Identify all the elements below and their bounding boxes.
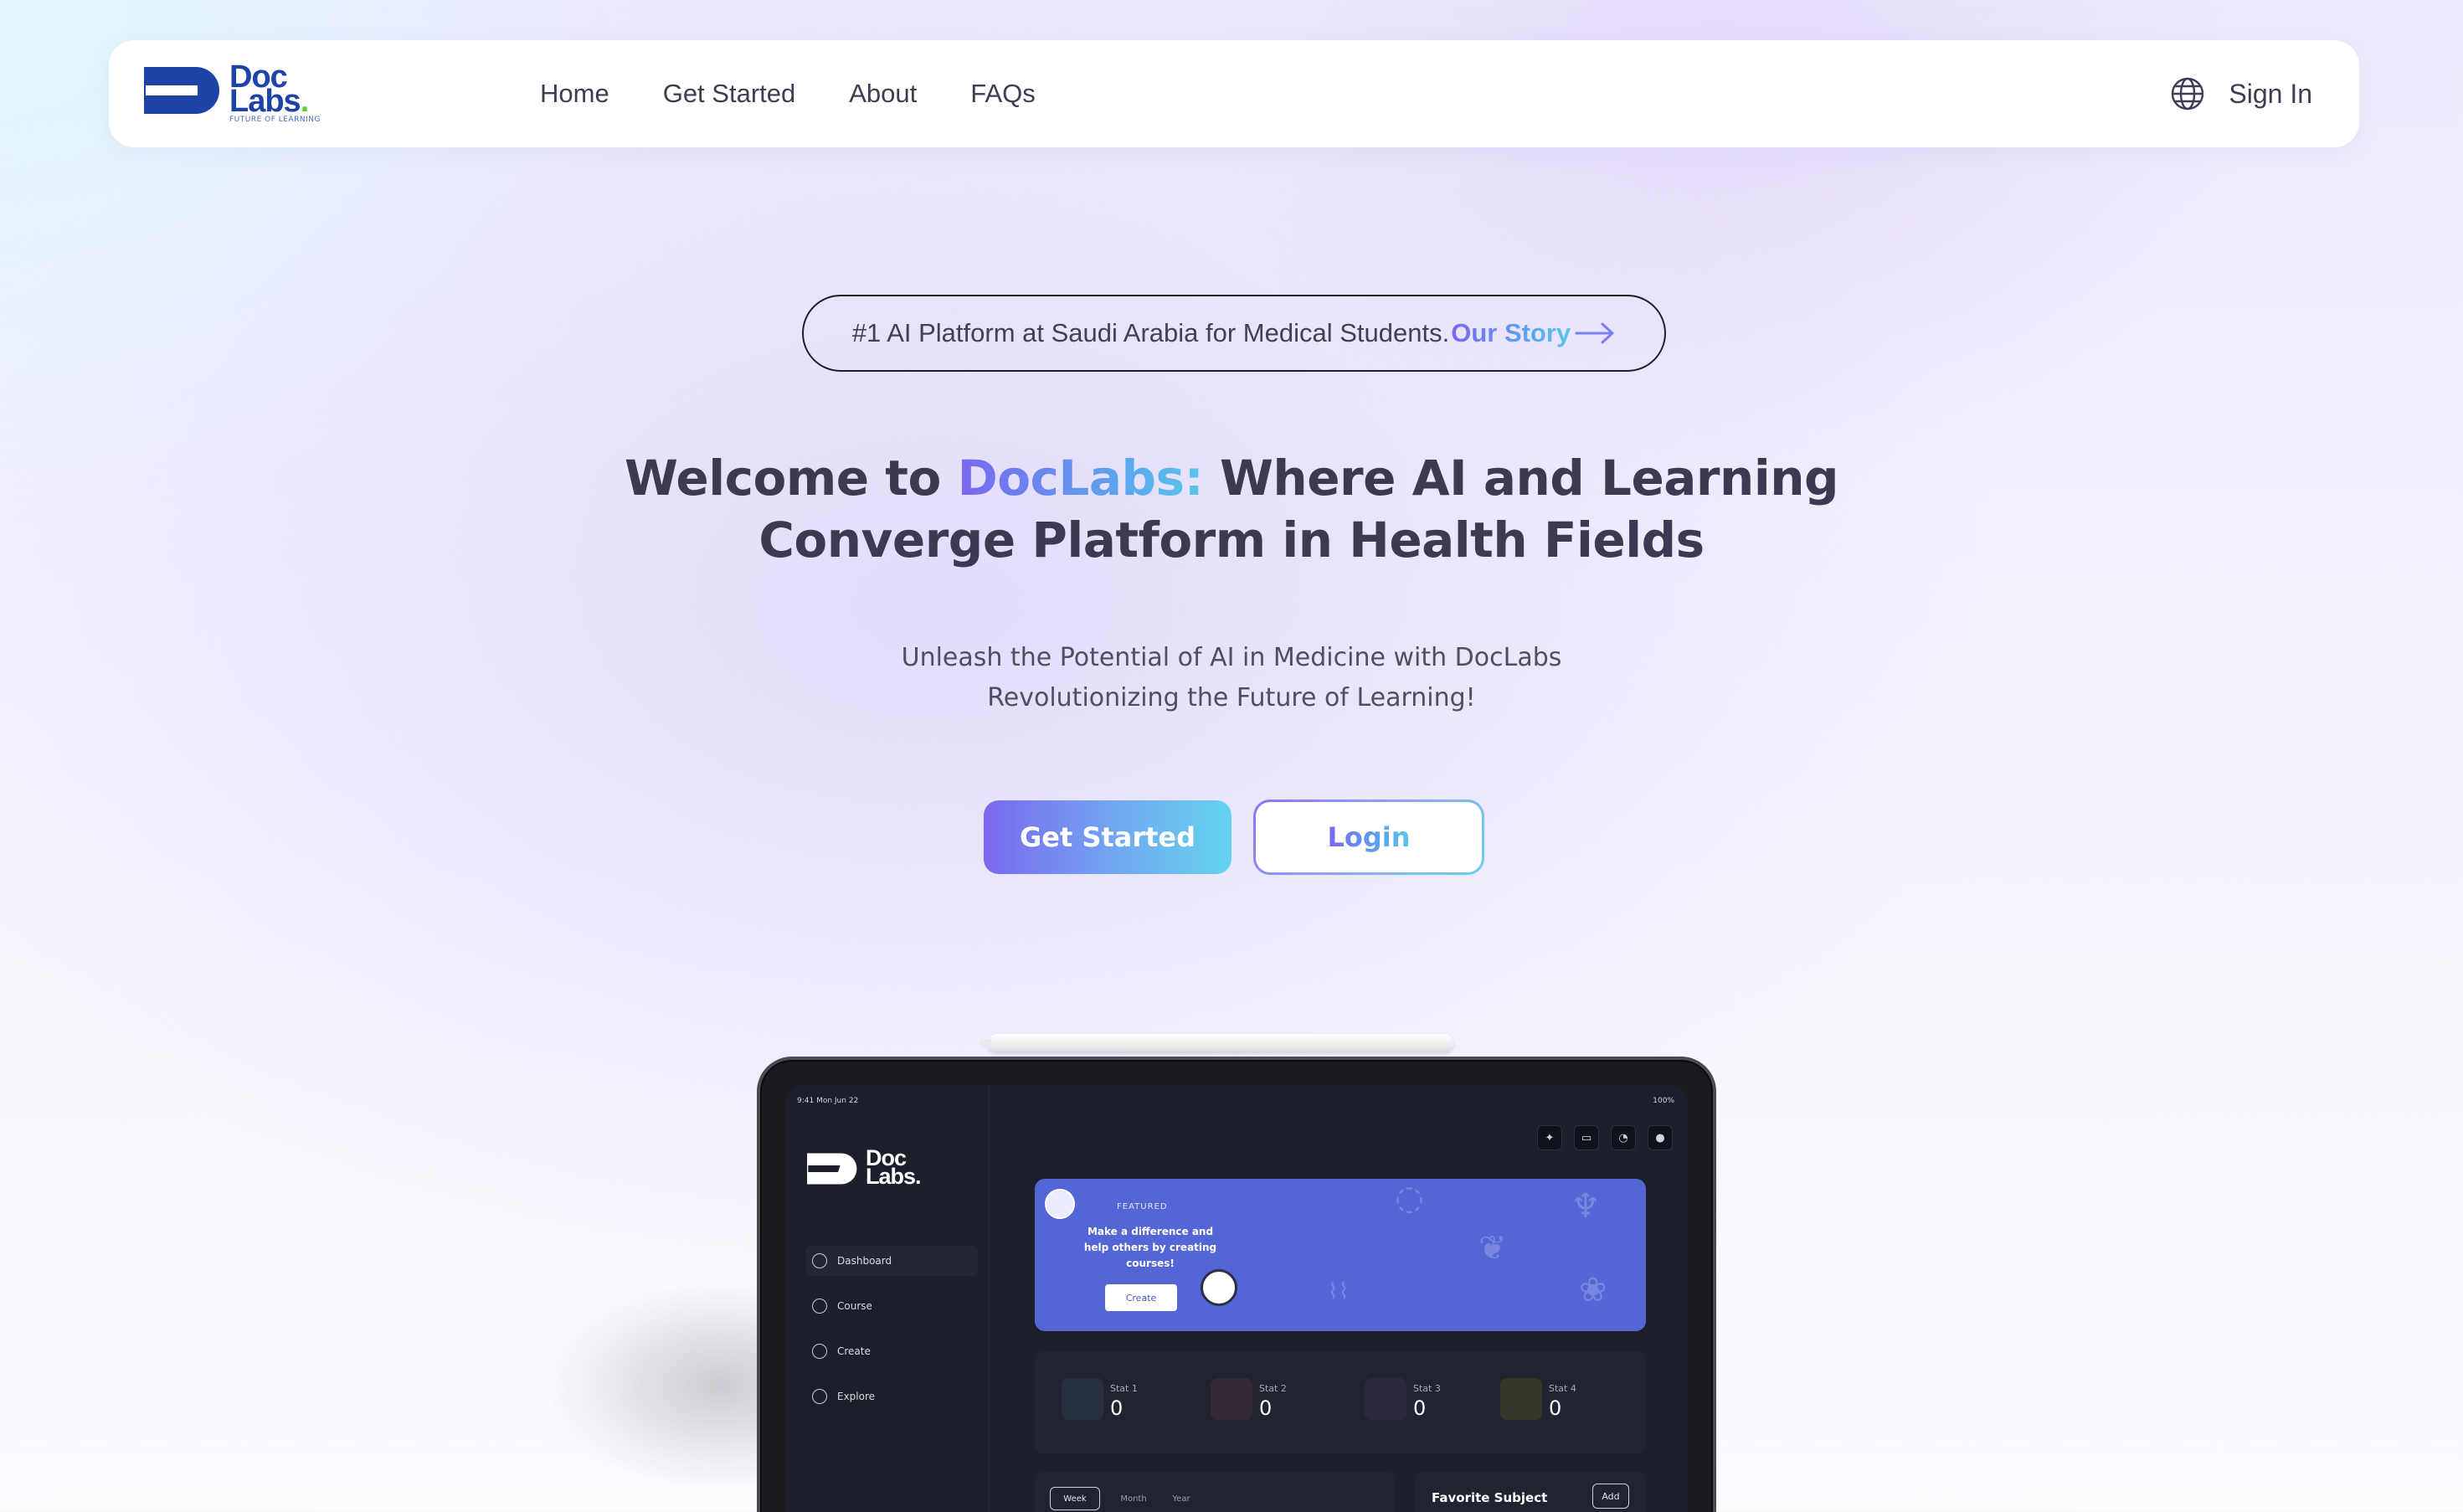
nav-links: Home Get Started About FAQs (540, 40, 1089, 147)
our-story-link[interactable]: Our Story (1451, 318, 1571, 348)
stat-value: 0 (1549, 1396, 1562, 1420)
nav-link-home[interactable]: Home (540, 79, 609, 109)
featured-card: FEATURED Make a difference and help othe… (1035, 1179, 1646, 1331)
course-icon (812, 1299, 827, 1314)
stat-icon (1062, 1378, 1103, 1420)
login-button-label: Login (1327, 821, 1411, 853)
sidebar-item-create[interactable]: Create (805, 1336, 978, 1366)
sidebar-item-explore[interactable]: Explore (805, 1381, 978, 1412)
decorative-icon: ♆ (1571, 1187, 1601, 1226)
sidebar-item-label: Explore (837, 1391, 876, 1402)
user-icon[interactable]: ● (1648, 1125, 1673, 1150)
tablet-screen: Doc Labs. Dashboard Course Create Explor… (785, 1085, 1688, 1512)
announcement-badge: #1 AI Platform at Saudi Arabia for Medic… (802, 295, 1666, 372)
nav-link-faqs[interactable]: FAQs (970, 79, 1036, 109)
sidebar-item-course[interactable]: Course (805, 1291, 978, 1321)
stat-card: Stat 4 0 (1500, 1378, 1643, 1428)
doclabs-logo[interactable]: Doc Labs. FUTURE OF LEARNING (144, 61, 320, 124)
stats-panel: Stat 1 0 Stat 2 0 Stat 3 0 Stat 4 0 (1035, 1351, 1646, 1453)
top-navbar: Doc Labs. FUTURE OF LEARNING Home Get St… (109, 40, 2359, 147)
sidebar-item-dashboard[interactable]: Dashboard (805, 1246, 978, 1276)
sidebar-item-label: Dashboard (837, 1255, 892, 1267)
stat-card: Stat 1 0 (1062, 1378, 1204, 1428)
app-logo: Doc Labs. (807, 1145, 933, 1191)
tab-year[interactable]: Year (1160, 1487, 1202, 1510)
login-button[interactable]: Login (1253, 800, 1484, 875)
activity-panel: Week Month Year (1035, 1472, 1395, 1512)
sidebar-item-label: Course (837, 1300, 872, 1312)
stat-card: Stat 2 0 (1211, 1378, 1353, 1428)
stat-label: Stat 3 (1413, 1383, 1441, 1394)
add-favorite-button[interactable]: Add (1592, 1484, 1629, 1509)
nav-right: Sign In (2170, 40, 2312, 147)
arrow-right-icon[interactable] (1574, 321, 1616, 345)
tab-month[interactable]: Month (1110, 1487, 1157, 1510)
stat-value: 0 (1413, 1396, 1427, 1420)
app-logo-wordmark: Doc Labs. (866, 1145, 922, 1189)
app-sidebar: Doc Labs. Dashboard Course Create Explor… (785, 1085, 990, 1512)
stat-label: Stat 4 (1549, 1383, 1576, 1394)
stylus-pencil (980, 1034, 1453, 1052)
decorative-icon: ❦ (1478, 1229, 1507, 1268)
sign-in-link[interactable]: Sign In (2229, 79, 2312, 110)
logo-tagline: FUTURE OF LEARNING (229, 116, 321, 124)
get-started-button[interactable]: Get Started (984, 800, 1232, 874)
app-top-icons: ✦ ▭ ◔ ● (1525, 1125, 1673, 1150)
status-battery: 100% (1653, 1097, 1674, 1105)
sidebar-item-label: Create (837, 1345, 871, 1357)
bell-icon[interactable]: ◔ (1611, 1125, 1636, 1150)
globe-icon[interactable] (2170, 76, 2205, 111)
nav-link-about[interactable]: About (849, 79, 917, 109)
stat-icon (1211, 1378, 1252, 1420)
create-course-button[interactable]: Create (1105, 1284, 1177, 1311)
stat-value: 0 (1110, 1396, 1124, 1420)
avatar (1201, 1269, 1237, 1306)
decorative-icon: ◌ (1395, 1179, 1424, 1217)
home-icon (812, 1253, 827, 1268)
chat-icon[interactable]: ▭ (1574, 1125, 1599, 1150)
sparkle-icon[interactable]: ✦ (1537, 1125, 1562, 1150)
badge-text: #1 AI Platform at Saudi Arabia for Medic… (851, 318, 1450, 347)
app-logo-mark-icon (807, 1153, 857, 1185)
hero-subtitle: Unleash the Potential of AI in Medicine … (901, 643, 1562, 712)
stat-icon (1500, 1378, 1542, 1420)
favorite-subject-title: Favorite Subject (1432, 1490, 1548, 1505)
stat-label: Stat 1 (1110, 1383, 1138, 1394)
favorite-subject-panel: Favorite Subject Add (1415, 1472, 1646, 1512)
hero-title-brand: DocLabs: (957, 450, 1204, 507)
decorative-icon: ⌇⌇ (1328, 1279, 1350, 1304)
create-icon (812, 1344, 827, 1359)
featured-text: Make a difference and help others by cre… (1083, 1226, 1217, 1269)
logo-d-mark-icon (144, 67, 219, 114)
decorative-icon: ❀ (1579, 1271, 1607, 1309)
search-icon (812, 1389, 827, 1404)
stat-card: Stat 3 0 (1365, 1378, 1507, 1428)
stat-icon (1365, 1378, 1406, 1420)
featured-label: FEATURED (1117, 1202, 1168, 1211)
nav-link-get-started[interactable]: Get Started (663, 79, 796, 109)
stat-value: 0 (1259, 1396, 1273, 1420)
hero-title: Welcome to DocLabs: Where AI and Learnin… (624, 450, 1839, 568)
avatar (1045, 1189, 1075, 1219)
tablet-preview: Doc Labs. Dashboard Course Create Explor… (757, 1057, 1716, 1512)
tab-week[interactable]: Week (1050, 1487, 1100, 1510)
status-time: 9:41 Mon Jun 22 (797, 1097, 859, 1105)
logo-wordmark: Doc Labs. (229, 59, 309, 119)
stat-label: Stat 2 (1259, 1383, 1287, 1394)
